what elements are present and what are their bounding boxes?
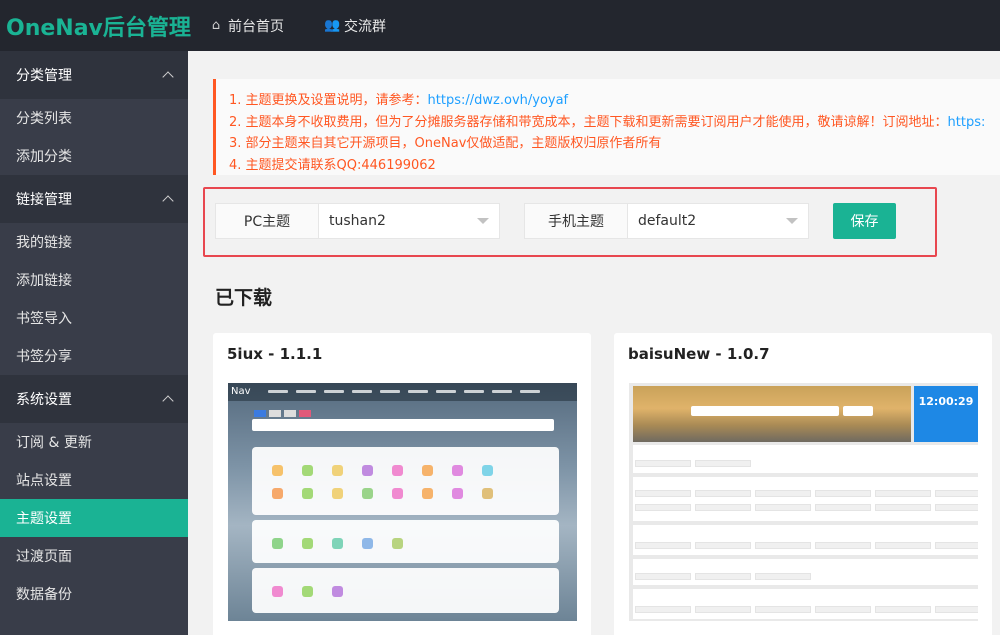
notice-line-1-text: 1. 主题更换及设置说明，请参考：	[229, 93, 428, 108]
sidebar-item-category-list[interactable]: 分类列表	[0, 99, 188, 137]
app-logo[interactable]: OneNav后台管理	[0, 0, 191, 51]
save-button[interactable]: 保存	[833, 203, 896, 239]
preview-cells	[635, 606, 978, 613]
preview-hero	[633, 386, 911, 442]
sidebar-group-label: 分类管理	[16, 68, 72, 84]
preview-icon-grid	[272, 488, 493, 499]
preview-cells	[635, 573, 811, 580]
sidebar: 分类管理 分类列表 添加分类 链接管理 我的链接 添加链接 书签导入 书签分享 …	[0, 51, 188, 635]
home-icon: ⌂	[211, 18, 221, 33]
sidebar-group-system[interactable]: 系统设置	[0, 375, 188, 423]
theme-card-title: baisuNew - 1.0.7	[628, 345, 770, 363]
theme-card-5iux[interactable]: 5iux - 1.1.1 Nav	[213, 333, 591, 635]
notice-line-1: 1. 主题更换及设置说明，请参考：https://dwz.ovh/yoyaf	[229, 90, 1000, 112]
pc-theme-field: PC主题 tushan2	[215, 203, 500, 239]
theme-notice: 1. 主题更换及设置说明，请参考：https://dwz.ovh/yoyaf 2…	[213, 79, 1000, 175]
preview-row	[633, 589, 978, 619]
pc-theme-value: tushan2	[329, 213, 386, 229]
preview-search-box	[691, 406, 839, 416]
chevron-up-icon	[162, 395, 174, 407]
preview-icon-grid	[272, 465, 493, 476]
mobile-theme-label: 手机主题	[525, 204, 628, 238]
notice-subscribe-link[interactable]: https:	[948, 115, 986, 130]
theme-preview-image[interactable]: 12:00:29	[629, 383, 978, 621]
sidebar-item-my-links[interactable]: 我的链接	[0, 223, 188, 261]
preview-cells	[635, 460, 751, 467]
sidebar-group-label: 系统设置	[16, 392, 72, 408]
users-icon: 👥	[324, 18, 341, 33]
nav-frontend-home-label: 前台首页	[228, 18, 284, 35]
sidebar-item-subscription[interactable]: 订阅 & 更新	[0, 423, 188, 461]
sidebar-item-data-backup[interactable]: 数据备份	[0, 575, 188, 613]
nav-group-chat-label: 交流群	[344, 18, 386, 35]
preview-icon-grid	[272, 586, 343, 597]
sidebar-item-add-category[interactable]: 添加分类	[0, 137, 188, 175]
pc-theme-label: PC主题	[216, 204, 319, 238]
pc-theme-select[interactable]: tushan2	[319, 204, 499, 238]
mobile-theme-value: default2	[638, 213, 697, 229]
nav-frontend-home[interactable]: ⌂ 前台首页	[188, 0, 304, 51]
preview-search-box	[252, 419, 554, 431]
theme-preview-image[interactable]: Nav	[228, 383, 577, 621]
preview-row	[633, 445, 978, 473]
preview-icon-grid	[272, 538, 403, 549]
chevron-up-icon	[162, 71, 174, 83]
preview-clock: 12:00:29	[914, 386, 978, 442]
preview-row	[633, 559, 978, 585]
mobile-theme-select[interactable]: default2	[628, 204, 808, 238]
sidebar-group-category[interactable]: 分类管理	[0, 51, 188, 99]
notice-line-2-text: 2. 主题本身不收取费用，但为了分摊服务器存储和带宽成本，主题下载和更新需要订阅…	[229, 114, 948, 130]
preview-panel	[252, 447, 559, 515]
top-header: OneNav后台管理 ⌂ 前台首页 👥 交流群	[0, 0, 1000, 51]
preview-cells	[635, 504, 978, 511]
downloaded-title: 已下载	[215, 287, 273, 309]
preview-nav-items	[268, 390, 540, 393]
nav-group-chat[interactable]: 👥 交流群	[304, 0, 406, 51]
chevron-up-icon	[162, 195, 174, 207]
dropdown-arrow-icon	[477, 218, 489, 224]
preview-row	[633, 525, 978, 555]
mobile-theme-field: 手机主题 default2	[524, 203, 809, 239]
sidebar-item-bookmark-import[interactable]: 书签导入	[0, 299, 188, 337]
preview-row	[633, 477, 978, 521]
sidebar-item-bookmark-share[interactable]: 书签分享	[0, 337, 188, 375]
sidebar-item-add-link[interactable]: 添加链接	[0, 261, 188, 299]
top-nav: ⌂ 前台首页 👥 交流群	[188, 0, 406, 51]
notice-line-4: 4. 主题提交请联系QQ:446199062	[229, 157, 436, 173]
preview-search-tabs	[254, 410, 311, 417]
preview-cells	[635, 542, 978, 549]
dropdown-arrow-icon	[786, 218, 798, 224]
sidebar-item-theme-settings[interactable]: 主题设置	[0, 499, 188, 537]
preview-search-button	[843, 406, 873, 416]
notice-help-link[interactable]: https://dwz.ovh/yoyaf	[428, 93, 569, 108]
theme-card-title: 5iux - 1.1.1	[227, 345, 323, 363]
notice-line-3: 3. 部分主题来自其它开源项目，OneNav仅做适配，主题版权归原作者所有	[229, 136, 662, 151]
sidebar-group-links[interactable]: 链接管理	[0, 175, 188, 223]
preview-cells	[635, 490, 978, 497]
main-content: 1. 主题更换及设置说明，请参考：https://dwz.ovh/yoyaf 2…	[188, 51, 1000, 635]
notice-line-2: 2. 主题本身不收取费用，但为了分摊服务器存储和带宽成本，主题下载和更新需要订阅…	[229, 112, 1000, 134]
sidebar-item-site-settings[interactable]: 站点设置	[0, 461, 188, 499]
sidebar-group-label: 链接管理	[16, 192, 72, 208]
theme-card-baisunew[interactable]: baisuNew - 1.0.7 12:00:29	[614, 333, 992, 635]
sidebar-item-transition-page[interactable]: 过渡页面	[0, 537, 188, 575]
